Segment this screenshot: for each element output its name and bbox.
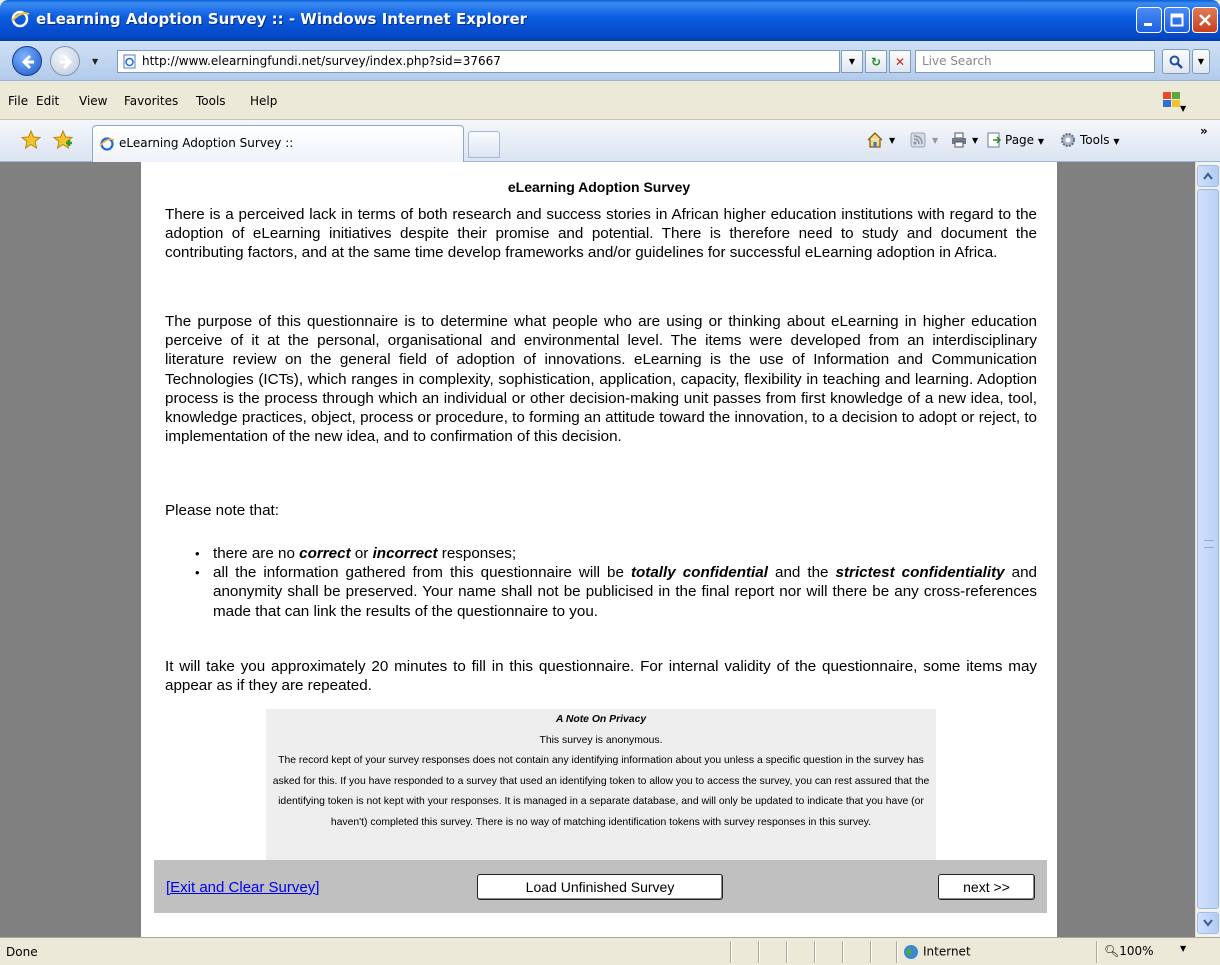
windows-logo-icon[interactable]: ▼ [1160, 89, 1186, 113]
home-dropdown-icon[interactable]: ▼ [889, 136, 895, 145]
menu-edit[interactable]: Edit [36, 94, 59, 108]
survey-title: eLearning Adoption Survey [507, 179, 691, 195]
tools-menu-button[interactable]: Tools ▼ [1080, 133, 1120, 147]
status-bar: Done Internet 🔍︎100% ▼ [0, 937, 1220, 965]
search-icon [1169, 55, 1183, 69]
add-favorite-icon[interactable] [52, 129, 74, 151]
print-icon[interactable] [950, 131, 968, 149]
list-item: all the information gathered from this q… [165, 563, 1037, 621]
address-dropdown-button[interactable]: ▼ [841, 50, 863, 73]
forward-button[interactable] [50, 46, 80, 76]
close-icon [1199, 14, 1211, 26]
feeds-dropdown-icon[interactable]: ▼ [932, 136, 938, 145]
stop-button[interactable]: ✕ [889, 50, 911, 73]
window-titlebar: eLearning Adoption Survey :: - Windows I… [0, 0, 1220, 41]
address-url: http://www.elearningfundi.net/survey/ind… [142, 54, 501, 68]
menu-help[interactable]: Help [250, 94, 277, 108]
chevron-down-icon: ▼ [1197, 57, 1205, 66]
arrow-right-icon [60, 54, 73, 70]
tools-menu-label: Tools [1080, 133, 1110, 147]
window-title: eLearning Adoption Survey :: - Windows I… [36, 10, 528, 28]
tab-survey[interactable]: eLearning Adoption Survey :: [92, 125, 464, 162]
privacy-line: This survey is anonymous. [539, 734, 663, 746]
privacy-note: A Note On Privacy This survey is anonymo… [266, 709, 936, 864]
exit-clear-survey-link[interactable]: [Exit and Clear Survey] [166, 879, 319, 896]
favorites-center-icon[interactable] [20, 129, 42, 151]
ie-logo-icon [11, 10, 30, 28]
minimize-button[interactable] [1136, 7, 1162, 33]
menu-favorites[interactable]: Favorites [124, 94, 178, 108]
close-button[interactable] [1192, 7, 1218, 33]
scroll-down-button[interactable] [1197, 912, 1219, 934]
page-menu-label: Page [1005, 133, 1035, 147]
intro-paragraph: There is a perceived lack in terms of bo… [165, 206, 1037, 262]
search-button[interactable] [1162, 49, 1190, 74]
maximize-button[interactable] [1164, 7, 1190, 33]
vertical-scrollbar[interactable] [1195, 162, 1220, 937]
tab-label: eLearning Adoption Survey :: [119, 136, 294, 150]
back-button[interactable] [12, 46, 42, 76]
address-input[interactable]: http://www.elearningfundi.net/survey/ind… [117, 50, 840, 73]
ie-page-icon [99, 137, 115, 151]
notes-list: there are no correct or incorrect respon… [165, 544, 1037, 621]
search-options-button[interactable]: ▼ [1192, 49, 1210, 74]
home-icon[interactable] [866, 131, 884, 149]
purpose-paragraph: The purpose of this questionnaire is to … [165, 313, 1037, 446]
privacy-body: The record kept of your survey responses… [272, 755, 930, 828]
menu-bar: File Edit View Favorites Tools Help ▼ [0, 82, 1220, 120]
chevron-down-icon [1203, 919, 1213, 927]
zoom-level: 100% [1119, 944, 1154, 958]
refresh-button[interactable]: ↻ [865, 50, 887, 73]
globe-icon [904, 945, 918, 959]
scroll-thumb[interactable] [1197, 189, 1219, 909]
menu-view[interactable]: View [79, 94, 107, 108]
more-commands-icon[interactable]: » [1200, 124, 1208, 138]
zone-label: Internet [923, 944, 971, 959]
note-heading: Please note that: [165, 502, 279, 519]
next-button[interactable]: next >> [938, 874, 1035, 900]
scroll-up-button[interactable] [1197, 165, 1219, 187]
arrow-left-icon [21, 54, 34, 70]
security-zone[interactable]: Internet [903, 944, 971, 960]
refresh-icon: ↻ [870, 54, 882, 69]
survey-page: eLearning Adoption Survey There is a per… [141, 162, 1057, 937]
new-tab-button[interactable] [468, 131, 500, 158]
search-input[interactable]: Live Search [915, 50, 1155, 73]
gear-icon [1061, 133, 1075, 147]
page-icon [123, 54, 136, 69]
zoom-icon: 🔍︎ [1104, 944, 1120, 958]
load-unfinished-survey-button[interactable]: Load Unfinished Survey [477, 874, 723, 900]
page-menu-button[interactable]: Page ▼ [1005, 133, 1044, 147]
privacy-title: A Note On Privacy [555, 714, 647, 725]
maximize-icon [1170, 13, 1184, 27]
menu-file[interactable]: File [8, 94, 28, 108]
menu-tools[interactable]: Tools [196, 94, 226, 108]
zoom-control[interactable]: 🔍︎100% [1104, 944, 1154, 958]
stop-icon: ✕ [894, 54, 906, 69]
content-viewport: eLearning Adoption Survey There is a per… [0, 162, 1195, 937]
recent-pages-dropdown-icon[interactable]: ▼ [92, 57, 98, 66]
svg-text:▼: ▼ [1180, 104, 1186, 113]
chevron-up-icon [1203, 172, 1213, 180]
address-toolbar: ▼ http://www.elearningfundi.net/survey/i… [0, 41, 1220, 81]
zoom-dropdown-icon[interactable]: ▼ [1180, 944, 1186, 953]
page-menu-icon [987, 132, 1002, 148]
duration-paragraph: It will take you approximately 20 minute… [165, 658, 1037, 695]
survey-nav-panel: [Exit and Clear Survey] Load Unfinished … [154, 860, 1047, 913]
feeds-icon[interactable] [909, 131, 927, 149]
tab-toolbar: eLearning Adoption Survey :: ▼ ▼ ▼ Page … [0, 120, 1220, 162]
chevron-down-icon: ▼ [848, 57, 856, 66]
status-text: Done [6, 945, 38, 959]
print-dropdown-icon[interactable]: ▼ [972, 136, 978, 145]
minimize-icon [1144, 23, 1152, 26]
list-item: there are no correct or incorrect respon… [165, 544, 1037, 563]
